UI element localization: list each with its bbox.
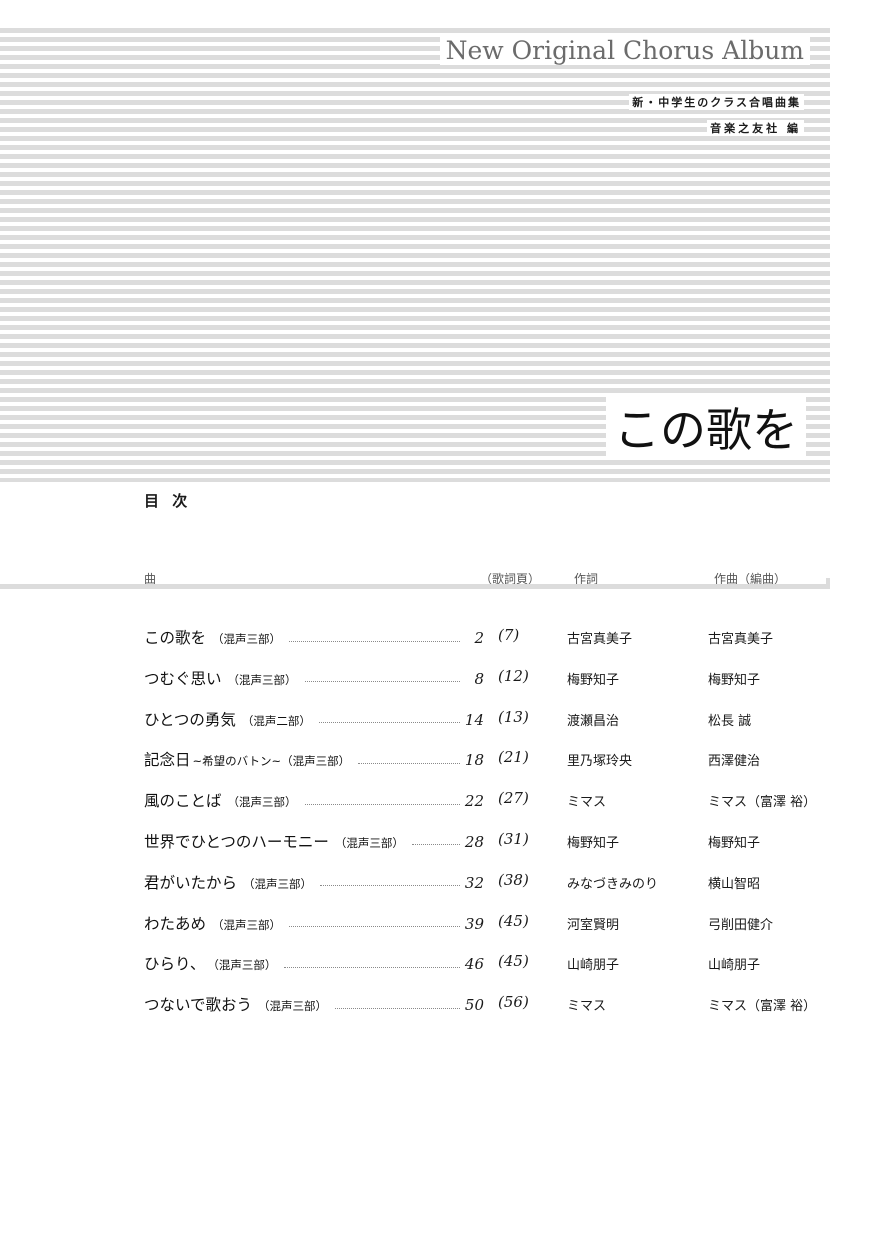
song-page: 14 [464,710,484,729]
lyrics-page: (13) [498,707,529,726]
song-main: ひとつの勇気 （混声二部） 14 [144,708,484,730]
song-page: 32 [464,873,484,892]
lyricist: 里乃塚玲央 [567,754,633,770]
song-voicing: （混声三部） [207,958,277,973]
song-main: わたあめ （混声三部） 39 [144,912,484,934]
song-main: この歌を （混声三部） 2 [144,626,484,648]
composer: ミマス（富澤 裕） [708,795,817,811]
composer: 弓削田健介 [708,917,774,933]
song-main: 君がいたから （混声三部） 32 [144,871,484,893]
song-row[interactable]: ひらり、 （混声三部） 46 (45) 山崎朋子 山崎朋子 [0,946,874,987]
song-main: 記念日 ~希望のバトン~（混声三部） 18 [144,748,484,770]
song-voicing: （混声三部） [212,632,282,646]
lyricist: 古宮真美子 [567,632,633,647]
lyricist: ミマス [567,795,607,811]
song-page: 46 [464,955,484,974]
song-page: 39 [464,914,484,933]
dot-leader [358,761,460,764]
song-title: 風のことば [144,792,222,811]
dot-leader [320,883,460,887]
header-rule-tick [826,578,830,586]
song-row[interactable]: 風のことば （混声三部） 22 (27) ミマス ミマス（富澤 裕） [0,783,874,824]
song-voicing: （混声三部） [334,835,404,850]
song-voicing: （混声三部） [243,876,313,891]
composer: ミマス（富澤 裕） [708,999,817,1015]
song-voicing: （混声二部） [241,713,311,728]
song-page: 22 [464,792,484,811]
lyrics-page: (45) [498,911,529,930]
song-list: この歌を （混声三部） 2 (7) 古宮真美子 古宮真美子 つむぐ思い （混声三… [0,620,874,1028]
song-row[interactable]: 世界でひとつのハーモニー （混声三部） 28 (31) 梅野知子 梅野知子 [0,824,874,865]
lyrics-page: (21) [498,748,529,767]
song-row[interactable]: 君がいたから （混声三部） 32 (38) みなづきみのり 横山智昭 [0,865,874,906]
series-title: New Original Chorus Album [439,36,810,65]
song-title: 世界でひとつのハーモニー [144,832,329,851]
composer: 松長 誠 [708,713,752,729]
lyricist: 渡瀬昌治 [567,713,620,729]
song-voicing: （混声三部） [227,795,297,810]
song-main: つないで歌おう （混声三部） 50 [144,993,484,1015]
song-voicing: ~希望のバトン~（混声三部） [192,754,351,769]
song-main: ひらり、 （混声三部） 46 [144,952,484,974]
song-row[interactable]: つないで歌おう （混声三部） 50 (56) ミマス ミマス（富澤 裕） [0,987,874,1028]
dot-leader [411,842,460,846]
lyrics-page: (31) [498,829,529,848]
lyrics-page: (56) [498,993,529,1012]
composer: 西澤健治 [708,754,761,770]
song-page: 8 [474,669,484,688]
song-title: 記念日 [144,751,191,770]
song-row[interactable]: ひとつの勇気 （混声二部） 14 (13) 渡瀬昌治 松長 誠 [0,702,874,743]
collection-title: 新・中学生のクラス合唱曲集 [629,94,804,110]
dot-leader [318,720,460,724]
lyricist: 河室賢明 [567,917,620,933]
composer: 古宮真美子 [708,632,774,647]
dot-leader [335,1006,460,1009]
song-main: 世界でひとつのハーモニー （混声三部） 28 [144,830,484,852]
lyrics-page: (27) [498,789,529,808]
song-page: 2 [474,629,484,647]
song-page: 18 [464,751,484,770]
song-row[interactable]: この歌を （混声三部） 2 (7) 古宮真美子 古宮真美子 [0,620,874,661]
song-title: つむぐ思い [144,669,222,688]
song-title: この歌を [144,629,207,647]
composer: 梅野知子 [708,835,761,851]
header-rule [0,584,830,589]
song-row[interactable]: わたあめ （混声三部） 39 (45) 河室賢明 弓削田健介 [0,906,874,947]
song-title: ひらり、 [144,955,206,974]
dot-leader [289,639,460,642]
song-voicing: （混声三部） [258,999,328,1014]
song-voicing: （混声三部） [227,672,297,687]
dot-leader [284,965,460,968]
dot-leader [289,924,460,928]
lyricist: 山崎朋子 [567,958,620,974]
lyricist: みなづきみのり [567,876,659,892]
lyrics-page: (7) [498,626,520,644]
song-main: つむぐ思い （混声三部） 8 [144,667,484,689]
song-row[interactable]: 記念日 ~希望のバトン~（混声三部） 18 (21) 里乃塚玲央 西澤健治 [0,742,874,783]
lyrics-page: (38) [498,870,529,889]
publisher: 音楽之友社 編 [707,120,804,136]
song-main: 風のことば （混声三部） 22 [144,789,484,811]
song-page: 28 [464,832,484,851]
song-title: ひとつの勇気 [144,710,236,729]
lyrics-page: (12) [498,666,529,685]
lyricist: 梅野知子 [567,835,620,851]
composer: 梅野知子 [708,672,761,688]
lyricist: ミマス [567,999,607,1015]
song-title: わたあめ [144,914,207,933]
dot-leader [304,802,460,805]
song-title: つないで歌おう [144,996,253,1015]
song-title: 君がいたから [144,873,238,892]
composer: 横山智昭 [708,876,761,892]
album-title: この歌を [606,394,806,460]
lyrics-page: (45) [498,952,529,971]
song-row[interactable]: つむぐ思い （混声三部） 8 (12) 梅野知子 梅野知子 [0,661,874,702]
composer: 山崎朋子 [708,958,761,974]
song-page: 50 [464,996,484,1015]
dot-leader [304,679,460,683]
toc-heading: 目 次 [144,492,192,510]
song-voicing: （混声三部） [212,917,282,932]
lyricist: 梅野知子 [567,672,620,688]
